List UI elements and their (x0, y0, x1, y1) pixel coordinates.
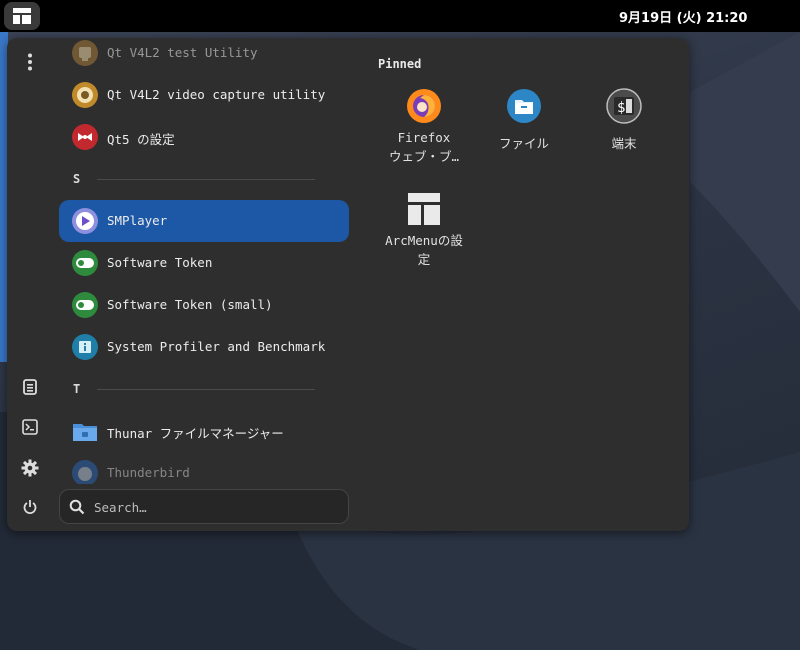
terminal-button[interactable] (19, 416, 41, 438)
pinned-terminal[interactable]: $ 端末 (576, 88, 672, 153)
section-header-t: T (73, 382, 81, 396)
thunderbird-icon (72, 460, 98, 484)
section-divider (97, 389, 315, 390)
clock[interactable]: 9月19日 (火) 21:20 (619, 7, 747, 26)
svg-text:$: $ (617, 100, 625, 116)
power-icon (23, 500, 37, 514)
app-menu-button[interactable] (4, 2, 40, 30)
layout-icon (13, 8, 31, 24)
app-label: Thunderbird (107, 465, 190, 480)
pinned-firefox[interactable]: Firefox ウェブ・ブ… (376, 88, 472, 166)
section-divider (97, 179, 315, 180)
top-bar: 9月19日 (火) 21:20 (0, 0, 800, 32)
thunar-folder-icon (73, 424, 97, 441)
list-item[interactable]: Software Token (small) (59, 284, 349, 326)
software-token-small-icon (72, 292, 98, 318)
firefox-icon (407, 89, 441, 123)
pin-label: ArcMenuの設 定 (385, 233, 463, 267)
pinned-title: Pinned (378, 57, 422, 71)
system-profiler-icon (72, 334, 98, 360)
app-label: Qt V4L2 test Utility (107, 45, 258, 60)
pin-label: Firefox ウェブ・ブ… (388, 130, 460, 164)
arcmenu-panel: Qt V4L2 test Utility Qt V4L2 video captu… (7, 38, 689, 531)
app-label: Qt V4L2 video capture utility (107, 87, 326, 102)
software-token-icon (72, 250, 98, 276)
app-label: System Profiler and Benchmark (107, 339, 326, 354)
app-label: SMPlayer (107, 213, 168, 228)
pinned-files[interactable]: ファイル (476, 88, 572, 153)
search-placeholder: Search… (94, 500, 147, 515)
pinned-arcmenu-settings[interactable]: ArcMenuの設 定 (376, 191, 472, 269)
power-button[interactable] (19, 496, 41, 518)
qt5-settings-icon (72, 124, 98, 150)
pin-label: ファイル (498, 136, 549, 151)
list-item[interactable]: Qt V4L2 test Utility (59, 38, 349, 74)
settings-button[interactable] (19, 457, 41, 479)
document-icon (23, 379, 37, 395)
list-item[interactable]: Qt V4L2 video capture utility (59, 74, 349, 116)
smplayer-icon (72, 208, 98, 234)
terminal-app-icon: $ (606, 88, 642, 124)
app-label: Software Token (107, 255, 213, 270)
more-icon (28, 53, 32, 71)
list-item[interactable]: Thunar ファイルマネージャー (59, 410, 349, 452)
more-options-button[interactable] (19, 51, 41, 73)
search-icon (69, 499, 85, 515)
section-header-s: S (73, 172, 81, 186)
list-item-selected[interactable]: SMPlayer (59, 200, 349, 242)
list-item[interactable]: Qt5 の設定 (59, 116, 349, 158)
qt-v4l2-test-icon (72, 40, 98, 66)
app-list[interactable]: Qt V4L2 test Utility Qt V4L2 video captu… (57, 38, 357, 484)
list-item[interactable]: Software Token (59, 242, 349, 284)
documents-button[interactable] (19, 376, 41, 398)
pin-label: 端末 (611, 136, 637, 151)
list-item[interactable]: Thunderbird (59, 452, 349, 484)
search-input[interactable]: Search… (59, 489, 349, 524)
arcmenu-settings-icon (408, 193, 440, 225)
list-item[interactable]: System Profiler and Benchmark (59, 326, 349, 368)
files-icon (507, 89, 541, 123)
app-label: Software Token (small) (107, 297, 273, 312)
terminal-icon (22, 419, 38, 435)
settings-icon (21, 459, 39, 477)
app-label: Qt5 の設定 (107, 132, 175, 147)
qt-v4l2-capture-icon (72, 82, 98, 108)
app-label: Thunar ファイルマネージャー (107, 426, 284, 441)
